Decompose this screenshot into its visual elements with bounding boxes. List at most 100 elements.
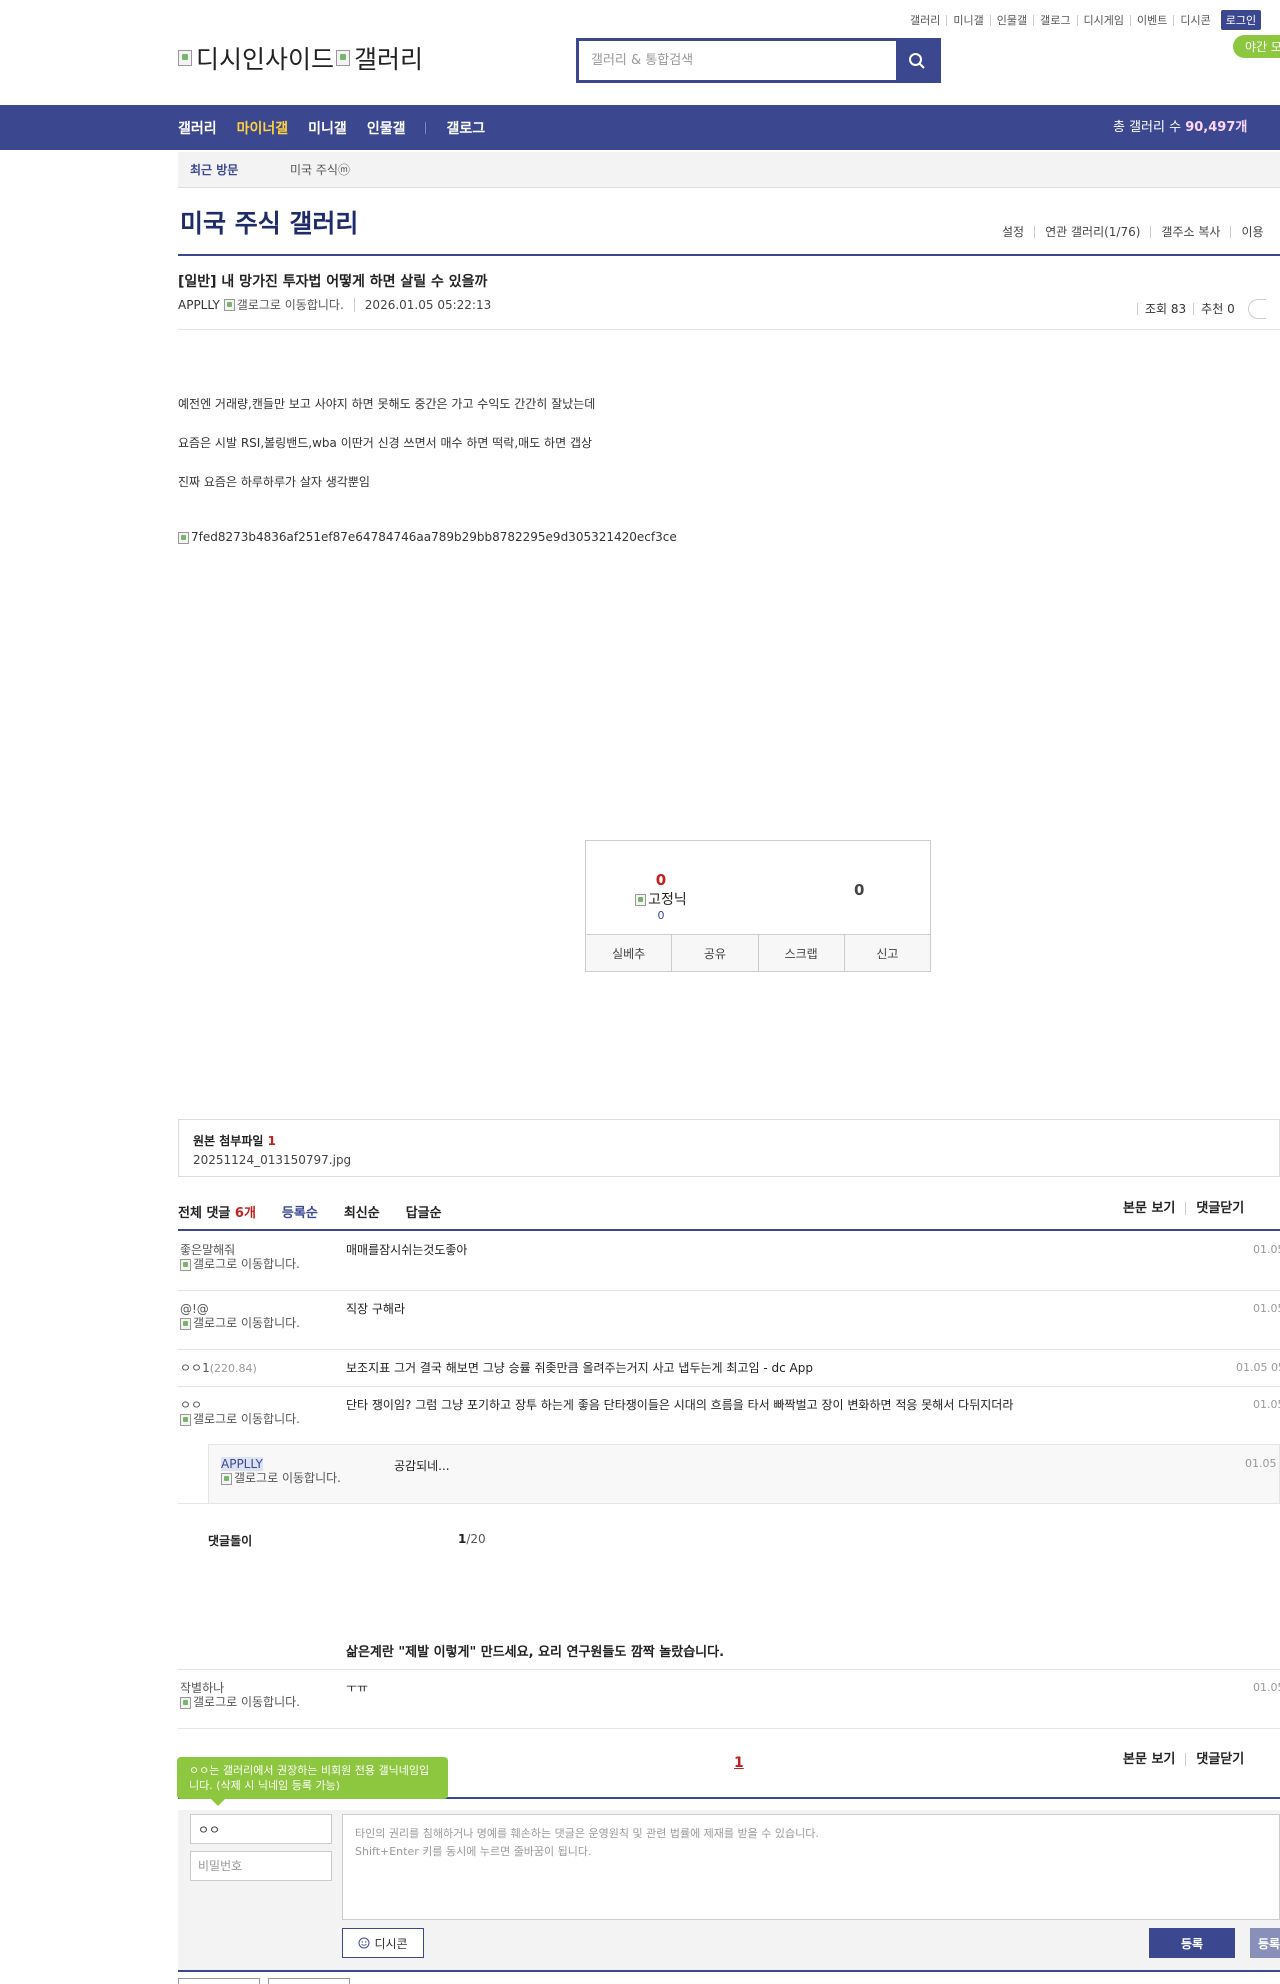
comment-author[interactable]: ㅇㅇ1(220.84) (180, 1361, 310, 1376)
view-body-button[interactable]: 본문 보기 (1123, 1202, 1185, 1215)
reply-author[interactable]: APPLLY 갤로그로 이동합니다. (221, 1457, 351, 1485)
post-meta: APPLLY 갤로그로 이동합니다. 2026.01.05 05:22:13 (178, 296, 491, 313)
comments-total: 전체 댓글 6개 (178, 1202, 256, 1221)
search-input[interactable] (579, 41, 896, 80)
usage-link[interactable]: 이용 (1230, 226, 1273, 238)
reply-gallog-link[interactable]: 갤로그로 이동합니다. (221, 1471, 349, 1485)
submit-recommend-button[interactable]: 등록 (1250, 1928, 1280, 1958)
comment-textarea[interactable] (342, 1814, 1280, 1920)
recommend-up-count: 0 (655, 871, 667, 889)
util-link-persongall[interactable]: 인물갤 (989, 14, 1033, 26)
reply-text: 공감되네... (394, 1459, 450, 1473)
nav-divider (425, 121, 427, 134)
util-link-minigall[interactable]: 미니갤 (946, 14, 989, 26)
comment-text: 직장 구해라 (346, 1302, 406, 1316)
copy-gallery-url-link[interactable]: 갤주소 복사 (1150, 226, 1230, 238)
dolgi-page[interactable]: 1/20 (458, 1532, 486, 1546)
nav-item-minorgall[interactable]: 마이너갤 (237, 118, 289, 138)
broken-image-icon (336, 50, 351, 66)
post-image-alt: 7fed8273b4836af251ef87e64784746aa789b29b… (191, 530, 677, 544)
attachment-file[interactable]: 20251124_013150797.jpg (193, 1153, 1265, 1167)
related-gallery-link[interactable]: 연관 갤러리(1/76) (1034, 226, 1150, 238)
post-body-line: 예전엔 거래량,캔들만 보고 사야지 하면 못해도 중간은 가고 수익도 간간히… (178, 397, 596, 411)
recommend-down-count[interactable]: 0 (854, 881, 864, 899)
comment-author[interactable]: 작별하나 갤로그로 이동합니다. (180, 1681, 310, 1709)
site-logo[interactable]: 디시인사이드 갤러리 (178, 40, 423, 76)
ad-text-link[interactable]: 삶은계란 "제발 이렇게" 만드세요, 요리 연구원들도 깜짝 놀랐습니다. (346, 1641, 724, 1660)
report-button[interactable]: 신고 (843, 935, 930, 971)
comment-item: 작별하나 갤로그로 이동합니다. ㅜㅠ 01.05 (178, 1681, 1280, 1729)
nav-item-minigall[interactable]: 미니갤 (308, 118, 347, 138)
post-body-line: 요즘은 시발 RSI,볼링밴드,wba 이딴거 신경 쓰면서 매수 하면 떡락,… (178, 436, 593, 450)
dccon-button[interactable]: 디시콘 (342, 1928, 424, 1958)
recent-visit-item[interactable]: 미국 주식ⓜ (290, 161, 350, 178)
close-comments-button[interactable]: 댓글닫기 (1185, 1202, 1254, 1215)
broken-image-icon (221, 1472, 232, 1485)
recommend-up[interactable]: 0 고정닉 0 (626, 871, 696, 922)
main-nav: 갤러리 마이너갤 미니갤 인물갤 갤로그 총 갤러리 수 90,497개 (0, 105, 1280, 150)
author-gallog-link[interactable]: 갤로그로 이동합니다. (237, 296, 344, 313)
post-title: [일반] 내 망가진 투자법 어떻게 하면 살릴 수 있을까 (178, 274, 488, 290)
sort-registered[interactable]: 등록순 (282, 1202, 318, 1221)
comment-text: 단타 쟁이임? 그럼 그냥 포기하고 장투 하는게 좋음 단타쟁이들은 시대의 … (346, 1398, 1014, 1412)
bottom-divider (178, 1970, 1280, 1972)
post-author[interactable]: APPLLY (178, 298, 220, 312)
comment-author[interactable]: 좋은말해줘 갤로그로 이동합니다. (180, 1243, 310, 1271)
nickname-tooltip: ㅇㅇ는 갤러리에서 권장하는 비회원 전용 갤닉네임입니다. (삭제 시 닉네임… (177, 1757, 448, 1806)
silbechu-button[interactable]: 실베추 (586, 935, 671, 971)
attachment-label: 원본 첨부파일 1 (193, 1132, 1265, 1149)
total-gallery-label: 총 갤러리 수 (1113, 120, 1182, 135)
comment-gallog-link[interactable]: 갤로그로 이동합니다. (180, 1695, 308, 1709)
comment-gallog-link[interactable]: 갤로그로 이동합니다. (180, 1412, 308, 1426)
close-comments-button[interactable]: 댓글닫기 (1185, 1753, 1254, 1766)
bottom-button[interactable] (178, 1978, 260, 1984)
util-link-gallog[interactable]: 갤로그 (1033, 14, 1076, 26)
comment-gallog-link[interactable]: 갤로그로 이동합니다. (180, 1257, 308, 1271)
comment-count-bubble[interactable] (1247, 299, 1266, 319)
attachment-label-text: 원본 첨부파일 (193, 1134, 264, 1148)
gallery-settings-link[interactable]: 설정 (1002, 226, 1034, 238)
comment-reply: APPLLY 갤로그로 이동합니다. 공감되네... 01.05 0 (208, 1444, 1280, 1504)
comment-text: ㅜㅠ (346, 1681, 369, 1695)
top-utility-links: 갤러리 미니갤 인물갤 갤로그 디시게임 이벤트 디시콘 로그인 (904, 10, 1262, 30)
nav-item-persongall[interactable]: 인물갤 (367, 118, 406, 138)
comment-gallog-link[interactable]: 갤로그로 이동합니다. (180, 1316, 308, 1330)
comment-gallog-alt: 갤로그로 이동합니다. (193, 1412, 300, 1426)
bottom-button[interactable] (268, 1978, 350, 1984)
post-recommend-count: 추천 0 (1193, 303, 1242, 315)
night-mode-button[interactable]: 야간 모 (1233, 35, 1280, 58)
comment-gallog-alt: 갤로그로 이동합니다. (193, 1316, 300, 1330)
fixed-nick-count: 0 (657, 909, 665, 922)
sort-latest[interactable]: 최신순 (344, 1202, 380, 1221)
comment-author[interactable]: @!@ 갤로그로 이동합니다. (180, 1302, 310, 1330)
gallery-title[interactable]: 미국 주식 갤러리 (180, 204, 358, 240)
comment-date: 01.05 (1253, 1398, 1280, 1411)
login-button[interactable]: 로그인 (1220, 10, 1262, 30)
share-button[interactable]: 공유 (671, 935, 757, 971)
comment-nick: ㅇㅇ (180, 1398, 203, 1412)
nav-item-gallery[interactable]: 갤러리 (178, 118, 217, 138)
comment-date: 01.05 (1253, 1243, 1280, 1256)
logo-alt-gallery: 갤러리 (354, 45, 424, 74)
comment-item: ㅇㅇ1(220.84) 보조지표 그거 결국 해보면 그냥 승률 쥐좆만큼 올려… (178, 1361, 1280, 1387)
comment-gallog-alt: 갤로그로 이동합니다. (193, 1695, 300, 1709)
comment-page-number[interactable]: 1 (734, 1755, 744, 1771)
nav-item-gallog[interactable]: 갤로그 (446, 118, 485, 138)
comment-date: 01.05 (1253, 1681, 1280, 1694)
comments-total-label: 전체 댓글 (178, 1206, 231, 1221)
submit-comment-button[interactable]: 등록 (1149, 1928, 1235, 1958)
comment-author[interactable]: ㅇㅇ 갤로그로 이동합니다. (180, 1398, 310, 1426)
sort-replies[interactable]: 답글순 (406, 1202, 442, 1221)
search-box (576, 38, 941, 83)
util-link-dccon[interactable]: 디시콘 (1173, 14, 1216, 26)
view-body-button[interactable]: 본문 보기 (1123, 1753, 1185, 1766)
util-link-gallery[interactable]: 갤러리 (904, 15, 946, 26)
util-link-event[interactable]: 이벤트 (1129, 14, 1173, 26)
password-input[interactable] (190, 1851, 332, 1881)
broken-image-icon (180, 1317, 191, 1330)
nickname-input[interactable] (190, 1814, 332, 1844)
scrap-button[interactable]: 스크랩 (757, 935, 844, 971)
post-image[interactable]: 7fed8273b4836af251ef87e64784746aa789b29b… (178, 530, 677, 544)
util-link-dcgame[interactable]: 디시게임 (1076, 14, 1130, 26)
search-button[interactable] (896, 41, 938, 80)
